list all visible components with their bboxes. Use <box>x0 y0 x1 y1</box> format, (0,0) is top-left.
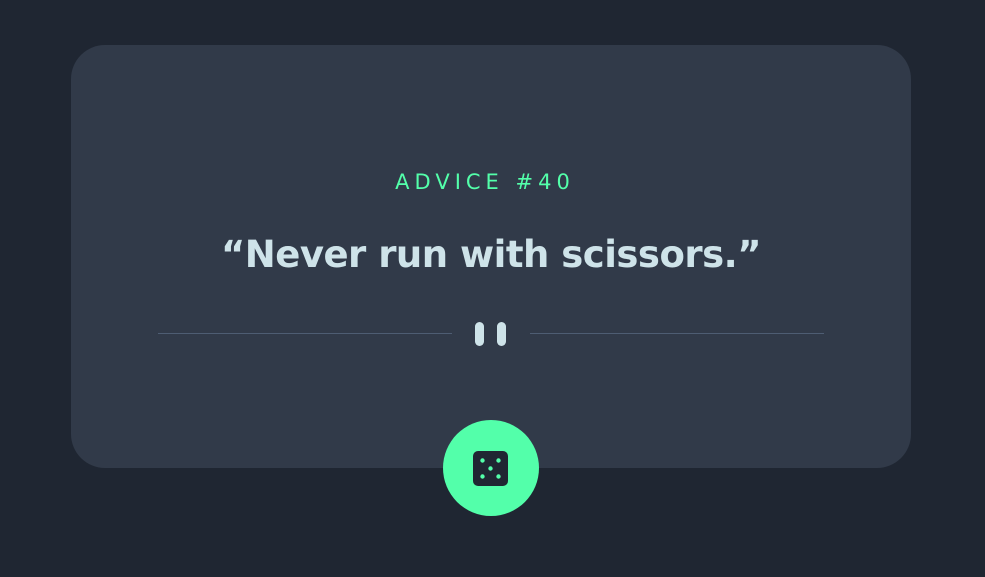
advice-quote: “Never run with scissors.” <box>220 233 762 276</box>
advice-card: ADVICE #40 “Never run with scissors.” <box>71 45 911 468</box>
advice-number-label: ADVICE #40 <box>395 170 575 194</box>
generate-advice-button[interactable] <box>443 420 539 516</box>
dice-icon <box>473 451 508 486</box>
